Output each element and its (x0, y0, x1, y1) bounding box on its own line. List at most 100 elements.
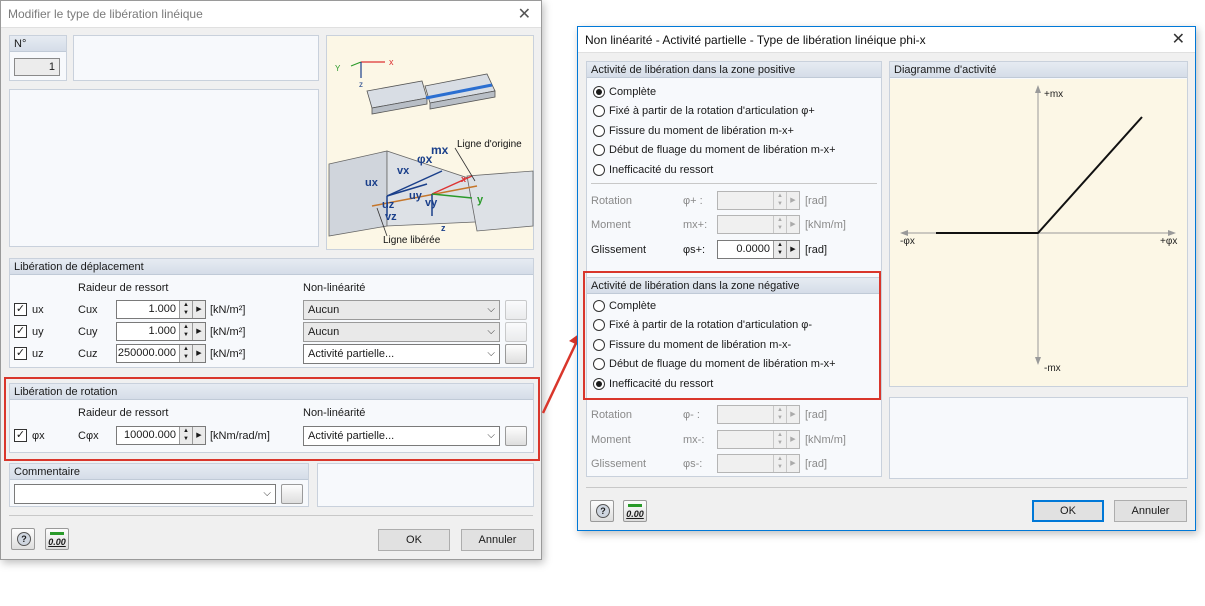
line-release-type-dialog: Modifier le type de libération linéique … (0, 0, 542, 560)
cux-label: Cux (78, 304, 98, 316)
svg-text:vy: vy (425, 197, 438, 209)
number-field[interactable]: 1 (14, 58, 60, 76)
uz-nonlinearity-value: Activité partielle... (308, 348, 395, 360)
help-icon[interactable] (11, 528, 35, 550)
neg-rotation-spinner[interactable]: ▲ ▼ ▶ (717, 405, 800, 424)
cuy-unit: [kN/m²] (210, 326, 246, 338)
svg-text:x: x (389, 57, 394, 67)
pos-option-complete-radio[interactable] (593, 86, 605, 98)
pos-option-complete-label[interactable]: Complète (609, 86, 656, 98)
spin-right-icon[interactable]: ▶ (786, 241, 799, 258)
activity-diagram-header: Diagramme d'activité (890, 62, 1187, 78)
neg-moment-spinner[interactable]: ▲ ▼ ▶ (717, 430, 800, 449)
uz-nonlinearity-select[interactable]: Activité partielle... ⌵ (303, 344, 500, 364)
neg-slip-symbol: φs-: (683, 458, 703, 470)
neg-rotation-symbol: φ- : (683, 409, 700, 421)
close-icon[interactable]: ✕ (1172, 27, 1185, 53)
spin-up-down-icon[interactable]: ▲ ▼ (773, 241, 786, 258)
ok-button[interactable]: OK (378, 529, 450, 551)
uy-label: uy (32, 326, 44, 338)
pos-option-ineffective-label[interactable]: Inefficacité du ressort (609, 164, 713, 176)
release-figure: x Y z ux vx φx mx uz uy vy vz x y z Lign… (326, 35, 534, 250)
spin-up-down-icon[interactable]: ▲ ▼ (773, 431, 786, 448)
ux-label: ux (32, 304, 44, 316)
nonlinearity-col-header: Non-linéarité (303, 282, 366, 294)
spin-up-down-icon[interactable]: ▲ ▼ (179, 345, 192, 362)
units-decimals-icon[interactable]: 0.00 (623, 500, 647, 522)
diagram-neg-x-label: -φx (900, 236, 915, 247)
ux-nonlinearity-select[interactable]: Aucun ⌵ (303, 300, 500, 320)
diagram-pos-x-label: +φx (1160, 236, 1177, 247)
uz-checkbox[interactable]: ✓ (14, 347, 27, 360)
spin-up-down-icon[interactable]: ▲ ▼ (773, 455, 786, 472)
pos-moment-unit: [kNm/m] (805, 219, 846, 231)
spin-up-down-icon[interactable]: ▲ ▼ (773, 406, 786, 423)
spin-right-icon[interactable]: ▶ (786, 192, 799, 209)
svg-text:Y: Y (335, 64, 341, 73)
positive-separator (591, 183, 877, 184)
uy-nonlinearity-select[interactable]: Aucun ⌵ (303, 322, 500, 342)
stiffness-col-header: Raideur de ressort (78, 282, 169, 294)
chevron-down-icon: ⌵ (487, 326, 495, 337)
svg-text:y: y (477, 194, 484, 206)
pos-rotation-spinner[interactable]: ▲ ▼ ▶ (717, 191, 800, 210)
comment-header: Commentaire (10, 464, 308, 480)
cuy-spinner[interactable]: 1.000 ▲ ▼ ▶ (116, 322, 206, 341)
pos-slip-symbol: φs+: (683, 244, 706, 256)
comment-group: Commentaire ⌵ (9, 463, 309, 507)
units-decimals-icon[interactable]: 0.00 (45, 528, 69, 550)
ux-checkbox[interactable]: ✓ (14, 303, 27, 316)
pos-moment-spinner[interactable]: ▲ ▼ ▶ (717, 215, 800, 234)
pos-slip-spinner[interactable]: 0.0000 ▲ ▼ ▶ (717, 240, 800, 259)
spin-right-icon[interactable]: ▶ (786, 216, 799, 233)
activity-diagram-canvas: +mx -mx +φx -φx (890, 79, 1187, 386)
ok-button[interactable]: OK (1032, 500, 1104, 522)
positive-zone-header: Activité de libération dans la zone posi… (587, 62, 881, 78)
pos-slip-unit: [rad] (805, 244, 828, 256)
displacement-header: Libération de déplacement (10, 259, 533, 275)
spin-right-icon[interactable]: ▶ (786, 406, 799, 423)
chevron-down-icon: ⌵ (487, 304, 495, 315)
pos-option-crack-label[interactable]: Fissure du moment de libération m-x+ (609, 125, 794, 137)
cux-unit: [kN/m²] (210, 304, 246, 316)
neg-moment-label: Moment (591, 434, 631, 446)
cuz-label: Cuz (78, 348, 98, 360)
help-icon[interactable] (590, 500, 614, 522)
spin-right-icon[interactable]: ▶ (192, 301, 205, 318)
spin-right-icon[interactable]: ▶ (192, 323, 205, 340)
pos-option-fixed-label[interactable]: Fixé à partir de la rotation d'articulat… (609, 105, 815, 117)
svg-text:z: z (441, 223, 446, 233)
spin-right-icon[interactable]: ▶ (786, 455, 799, 472)
uy-nonlinearity-value: Aucun (308, 326, 340, 338)
cancel-button[interactable]: Annuler (1114, 500, 1187, 522)
spin-up-down-icon[interactable]: ▲ ▼ (773, 216, 786, 233)
pos-option-ineffective-radio[interactable] (593, 164, 605, 176)
number-header: N° (10, 36, 66, 52)
spin-up-down-icon[interactable]: ▲ ▼ (179, 301, 192, 318)
pos-option-yield-radio[interactable] (593, 144, 605, 156)
pos-option-fixed-radio[interactable] (593, 105, 605, 117)
dialog-title: Non linéarité - Activité partielle - Typ… (585, 33, 926, 47)
cux-spinner[interactable]: 1.000 ▲ ▼ ▶ (116, 300, 206, 319)
pos-option-crack-radio[interactable] (593, 125, 605, 137)
pos-option-yield-label[interactable]: Début de fluage du moment de libération … (609, 144, 836, 156)
spin-right-icon[interactable]: ▶ (786, 431, 799, 448)
neg-slip-unit: [rad] (805, 458, 828, 470)
uz-edit-nonlinearity-button[interactable] (505, 344, 527, 364)
svg-text:x: x (461, 174, 466, 184)
comment-library-button[interactable] (281, 484, 303, 504)
spin-right-icon[interactable]: ▶ (192, 345, 205, 362)
uy-edit-nonlinearity-button[interactable] (505, 322, 527, 342)
uy-checkbox[interactable]: ✓ (14, 325, 27, 338)
cancel-button[interactable]: Annuler (461, 529, 534, 551)
close-icon[interactable]: ✕ (518, 1, 531, 28)
cuz-spinner[interactable]: 250000.000 ▲ ▼ ▶ (116, 344, 206, 363)
pos-rotation-value (718, 192, 773, 209)
pos-slip-value: 0.0000 (736, 243, 770, 255)
spin-up-down-icon[interactable]: ▲ ▼ (773, 192, 786, 209)
neg-slip-spinner[interactable]: ▲ ▼ ▶ (717, 454, 800, 473)
ux-edit-nonlinearity-button[interactable] (505, 300, 527, 320)
spin-up-down-icon[interactable]: ▲ ▼ (179, 323, 192, 340)
origin-line-label: Ligne d'origine (457, 139, 522, 150)
comment-input[interactable]: ⌵ (14, 484, 276, 504)
